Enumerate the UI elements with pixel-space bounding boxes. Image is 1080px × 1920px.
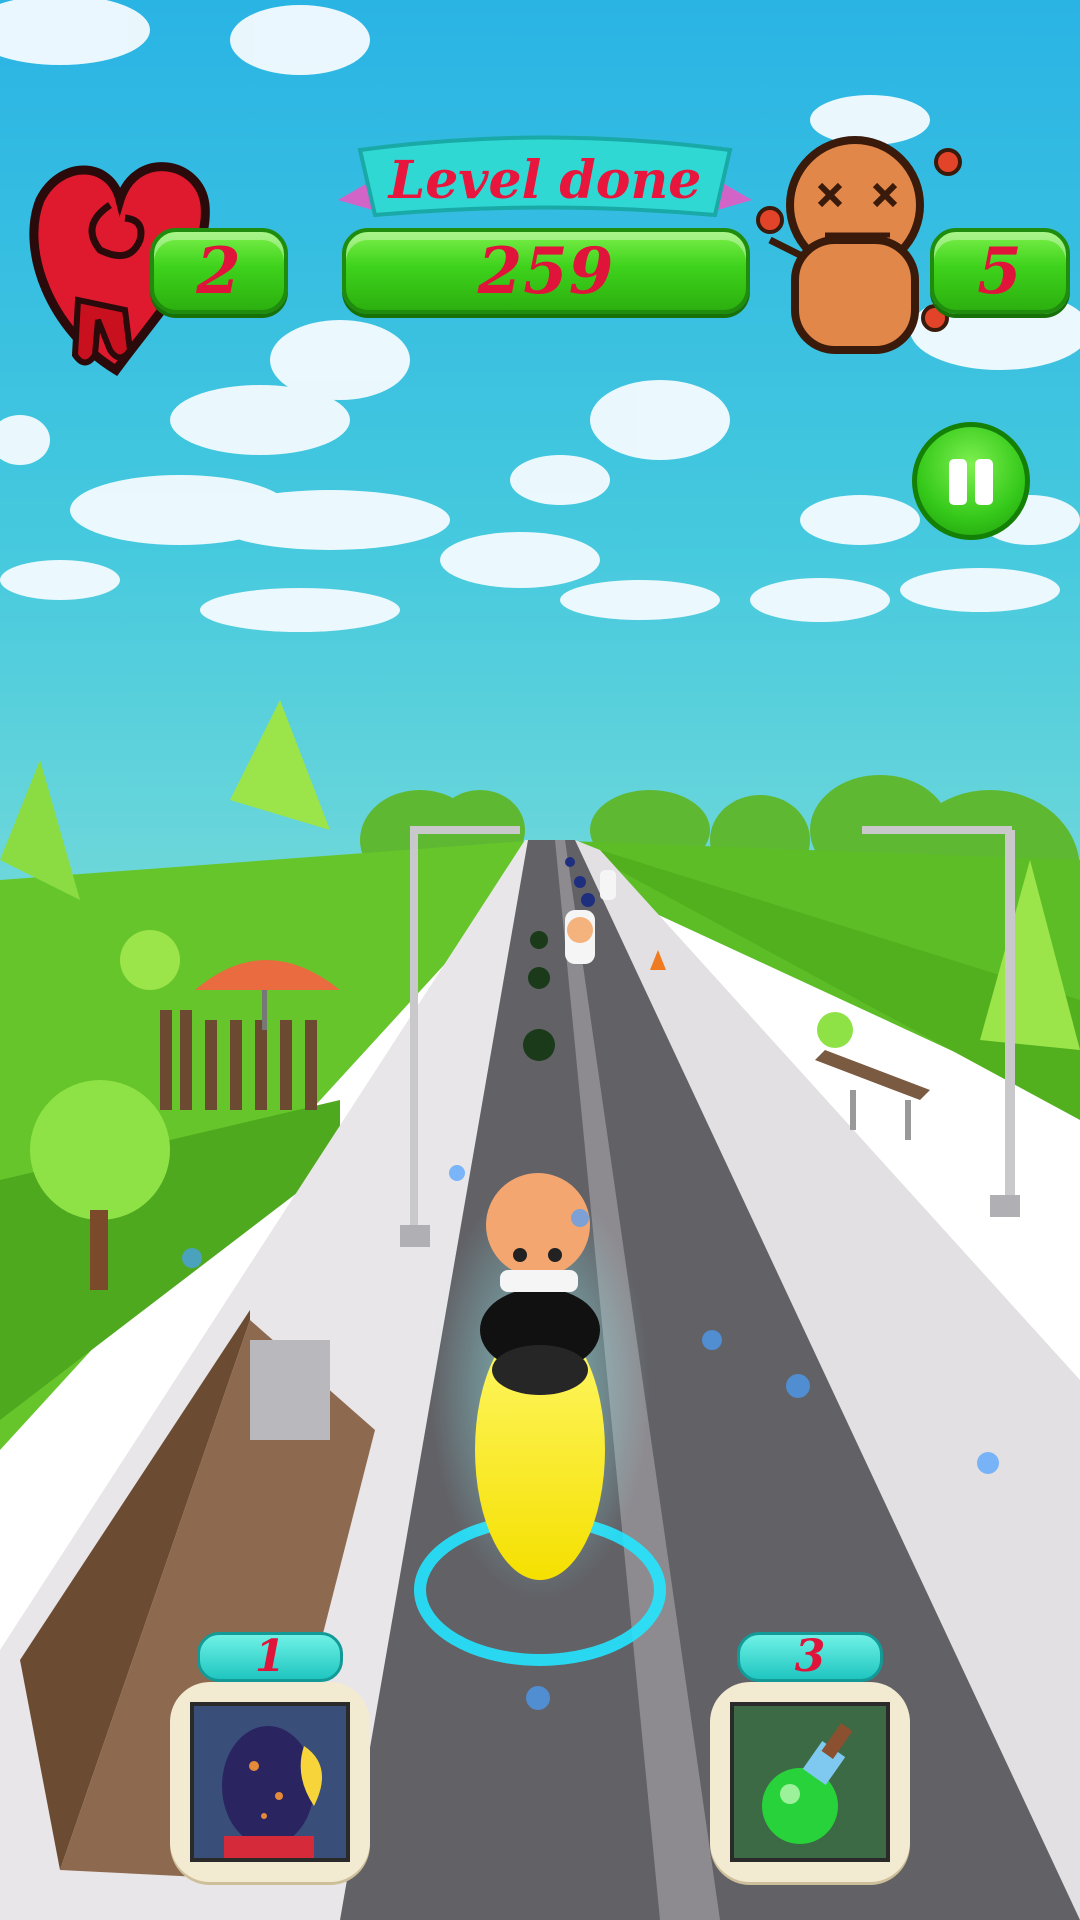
pause-icon-bar bbox=[975, 459, 993, 505]
powerup-2-slot[interactable] bbox=[710, 1682, 910, 1882]
enemies-value: 5 bbox=[977, 233, 1023, 309]
green-potion-icon bbox=[730, 1702, 890, 1862]
enemies-counter: 5 bbox=[930, 228, 1070, 314]
level-progress-value: 259 bbox=[477, 233, 615, 309]
powerup-1-slot[interactable] bbox=[170, 1682, 370, 1882]
powerup-2-count: 3 bbox=[737, 1632, 883, 1682]
lives-counter: 2 bbox=[150, 228, 288, 314]
powerup-1-count: 1 bbox=[197, 1632, 343, 1682]
level-progress-counter: 259 bbox=[342, 228, 750, 314]
player-character bbox=[475, 1173, 605, 1580]
level-banner-title: Level done bbox=[388, 150, 702, 211]
pause-icon bbox=[949, 459, 967, 505]
dragon-egg-icon bbox=[190, 1702, 350, 1862]
lives-value: 2 bbox=[196, 233, 242, 309]
pause-button[interactable] bbox=[912, 422, 1030, 540]
